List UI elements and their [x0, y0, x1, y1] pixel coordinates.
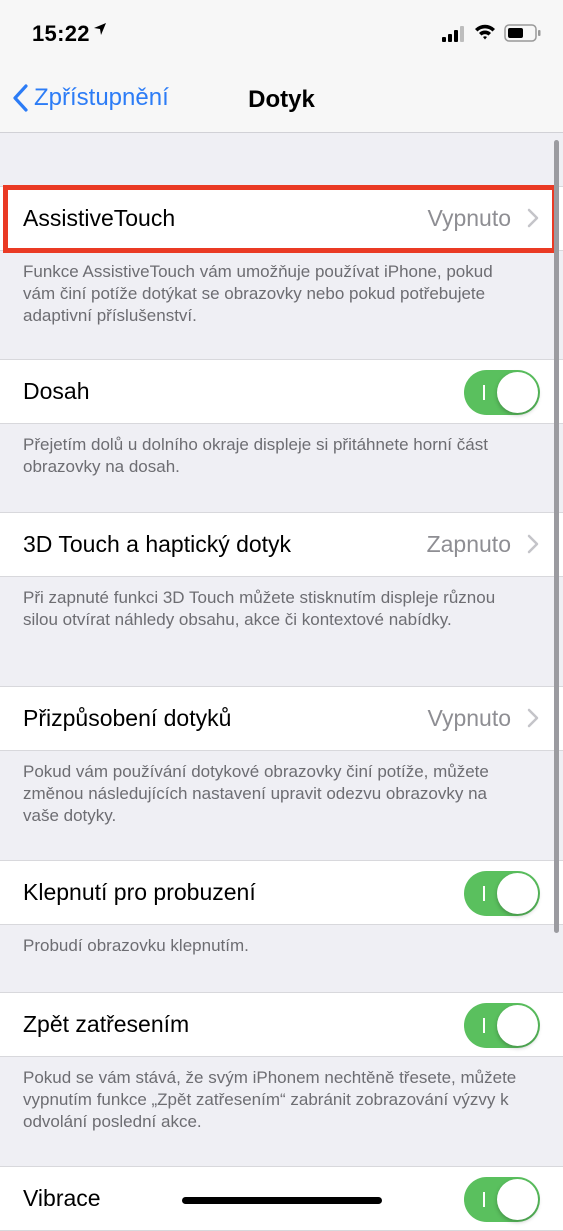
tap-to-wake-row: Klepnutí pro probuzení	[0, 860, 563, 925]
shake-to-undo-description: Pokud se vám stává, že svým iPhonem nech…	[23, 1068, 517, 1131]
chevron-right-icon	[527, 208, 539, 228]
touch-accommodations-row[interactable]: Přizpůsobení dotyků Vypnuto	[0, 686, 563, 751]
assistivetouch-label: AssistiveTouch	[23, 205, 176, 231]
dosah-row: Dosah	[0, 359, 563, 424]
assistivetouch-value: Vypnuto	[427, 205, 511, 231]
assistivetouch-row[interactable]: AssistiveTouch Vypnuto	[0, 186, 563, 251]
settings-list: AssistiveTouch Vypnuto Funkce AssistiveT…	[0, 133, 563, 1231]
battery-icon	[504, 24, 541, 42]
3d-touch-description: Při zapnuté funkci 3D Touch můžete stisk…	[23, 588, 496, 629]
vibration-label: Vibrace	[23, 1185, 101, 1211]
3d-touch-row[interactable]: 3D Touch a haptický dotyk Zapnuto	[0, 512, 563, 577]
navigation-bar: Zpřístupnění Dotyk	[0, 70, 563, 133]
chevron-right-icon	[527, 534, 539, 554]
scroll-indicator	[554, 140, 559, 933]
shake-to-undo-row: Zpět zatřesením	[0, 992, 563, 1057]
dosah-description: Přejetím dolů u dolního okraje displeje …	[23, 435, 488, 476]
back-label[interactable]: Zpřístupnění	[34, 84, 169, 112]
back-button[interactable]: Zpřístupnění	[12, 84, 169, 112]
chevron-right-icon	[527, 708, 539, 728]
3d-touch-value: Zapnuto	[426, 531, 511, 557]
cellular-signal-icon	[442, 26, 464, 42]
tap-to-wake-description: Probudí obrazovku klepnutím.	[23, 936, 249, 955]
chevron-left-icon	[13, 84, 28, 112]
vibration-toggle[interactable]	[464, 1177, 540, 1222]
shake-to-undo-label: Zpět zatřesením	[23, 1011, 190, 1037]
3d-touch-label: 3D Touch a haptický dotyk	[23, 531, 292, 557]
dosah-label: Dosah	[23, 378, 90, 404]
shake-to-undo-toggle[interactable]	[464, 1003, 540, 1048]
touch-accommodations-value: Vypnuto	[427, 705, 511, 731]
dosah-toggle[interactable]	[464, 370, 540, 415]
tap-to-wake-label: Klepnutí pro probuzení	[23, 879, 256, 905]
touch-accommodations-label: Přizpůsobení dotyků	[23, 705, 232, 731]
home-indicator[interactable]	[182, 1197, 382, 1204]
location-arrow-icon	[94, 23, 106, 35]
touch-accommodations-description: Pokud vám používání dotykové obrazovky č…	[23, 762, 489, 825]
status-bar: 15:22	[0, 0, 563, 70]
assistivetouch-description: Funkce AssistiveTouch vám umožňuje použí…	[23, 262, 493, 325]
status-time: 15:22	[32, 21, 90, 46]
tap-to-wake-toggle[interactable]	[464, 871, 540, 916]
wifi-icon	[475, 24, 495, 40]
